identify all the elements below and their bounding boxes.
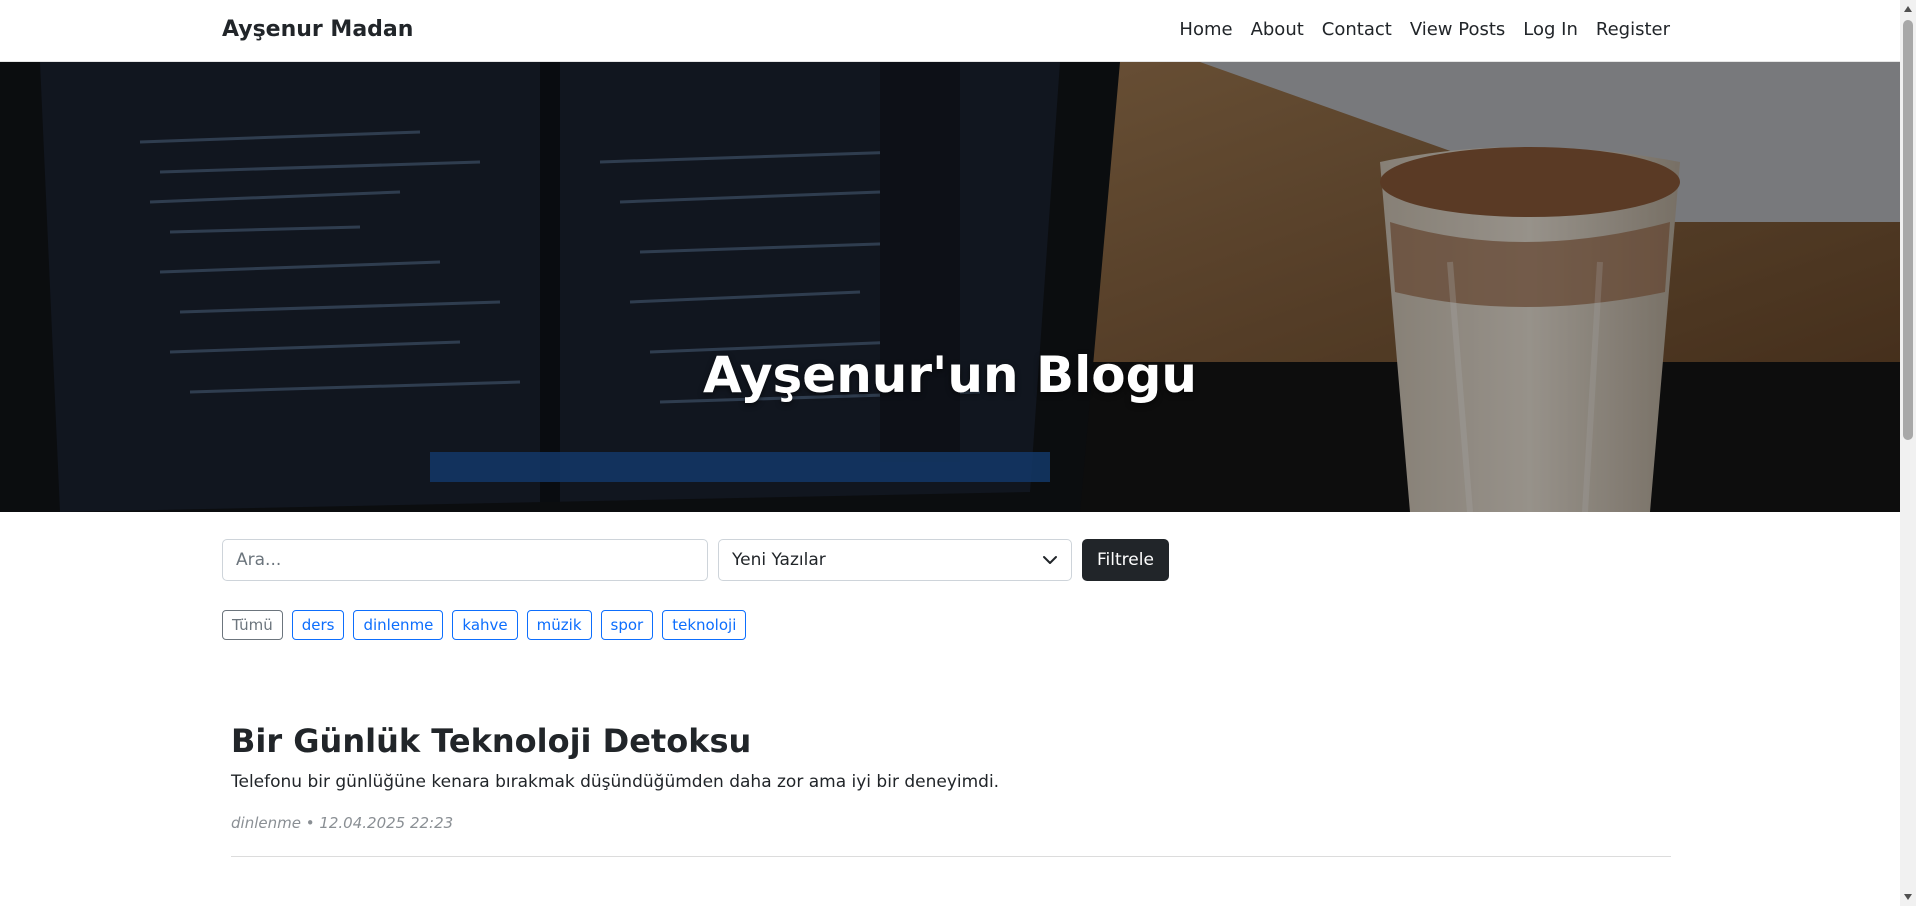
scroll-down-arrow-icon[interactable] — [1904, 894, 1912, 900]
chevron-down-icon — [1043, 556, 1057, 564]
tag-kahve[interactable]: kahve — [452, 610, 518, 640]
post-item: Bir Günlük Teknoloji Detoksu Telefonu bi… — [231, 722, 1671, 857]
search-input[interactable] — [222, 539, 708, 581]
sort-select[interactable]: Yeni Yazılar — [718, 539, 1072, 581]
tag-spor[interactable]: spor — [600, 610, 654, 640]
page-scrollbar[interactable] — [1900, 0, 1916, 906]
nav-links: Home About Contact View Posts Log In Reg… — [1179, 19, 1670, 40]
scroll-up-arrow-icon[interactable] — [1904, 6, 1912, 12]
post-title[interactable]: Bir Günlük Teknoloji Detoksu — [231, 722, 1671, 760]
scroll-thumb[interactable] — [1903, 20, 1913, 440]
tag-dinlenme[interactable]: dinlenme — [353, 610, 444, 640]
nav-link-home[interactable]: Home — [1179, 19, 1232, 40]
tag-teknoloji[interactable]: teknoloji — [662, 610, 747, 640]
nav-link-register[interactable]: Register — [1596, 19, 1670, 40]
nav-link-contact[interactable]: Contact — [1322, 19, 1392, 40]
tag-ders[interactable]: ders — [291, 610, 345, 640]
filter-button[interactable]: Filtrele — [1082, 539, 1169, 581]
filter-bar: Yeni Yazılar Filtrele — [222, 539, 1169, 581]
page: Ayşenur Madan Home About Contact View Po… — [0, 0, 1900, 906]
nav-link-view-posts[interactable]: View Posts — [1410, 19, 1505, 40]
tag-all[interactable]: Tümü — [222, 610, 283, 640]
nav-link-about[interactable]: About — [1251, 19, 1304, 40]
tag-list: Tümü ders dinlenme kahve müzik spor tekn… — [222, 610, 747, 640]
post-divider — [231, 856, 1671, 857]
hero-overlay — [0, 62, 1900, 512]
hero-banner: Ayşenur'un Blogu — [0, 62, 1900, 512]
navbar: Ayşenur Madan Home About Contact View Po… — [0, 0, 1900, 62]
tag-muzik[interactable]: müzik — [526, 610, 592, 640]
sort-select-value: Yeni Yazılar — [732, 550, 826, 570]
post-excerpt: Telefonu bir günlüğüne kenara bırakmak d… — [231, 772, 1000, 792]
hero-title: Ayşenur'un Blogu — [703, 345, 1197, 404]
brand-logo[interactable]: Ayşenur Madan — [222, 17, 413, 42]
post-meta: dinlenme • 12.04.2025 22:23 — [231, 814, 454, 832]
nav-link-log-in[interactable]: Log In — [1523, 19, 1578, 40]
